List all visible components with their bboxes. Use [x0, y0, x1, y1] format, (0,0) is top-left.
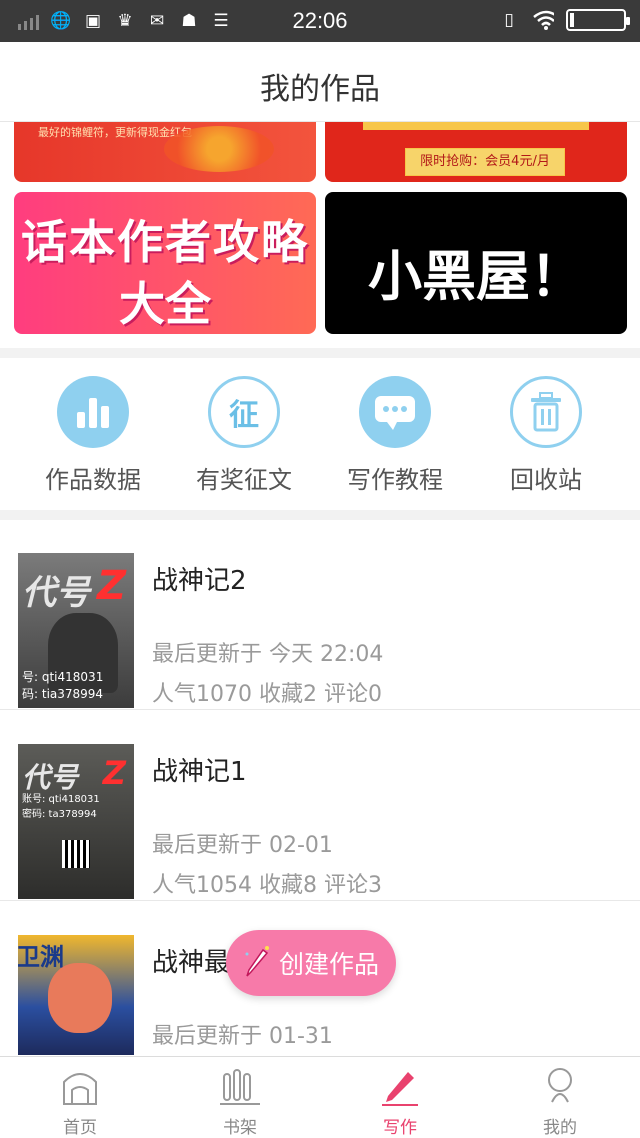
page-header: 我的作品 [0, 42, 640, 122]
banner-darkroom-text: 小黑屋！ [368, 245, 584, 308]
koi-fish-image [164, 126, 274, 172]
bookshelf-icon [180, 1063, 300, 1109]
cover-meta: 号: qti418031 码: tia378994 [22, 670, 104, 701]
banner-guide-line1: 话本作者攻略 [21, 215, 309, 269]
bar-chart-icon [57, 376, 129, 448]
quick-action-tutorial[interactable]: 写作教程 [330, 376, 460, 495]
work-stats: 人气1070 收藏2 评论0 [152, 682, 382, 707]
tab-write[interactable]: 写作 [340, 1063, 460, 1138]
work-cover: 代号 Z 号: qti418031 码: tia378994 [18, 553, 134, 708]
create-work-button[interactable]: 创建作品 [226, 930, 396, 996]
quick-action-label: 回收站 [510, 466, 582, 494]
cover-meta: 账号: qti418031 密码: ta378994 [22, 794, 100, 820]
chat-bubble-icon [359, 376, 431, 448]
quick-action-recycle-bin[interactable]: 回收站 [481, 376, 611, 495]
pencil-icon [340, 1063, 460, 1109]
banner-dark-room[interactable]: 小黑屋！ [325, 192, 627, 334]
tab-home[interactable]: 首页 [20, 1063, 140, 1138]
profile-icon [500, 1063, 620, 1109]
qr-code-image [62, 840, 90, 868]
quick-actions: 作品数据 征 有奖征文 写作教程 回收站 [0, 358, 640, 510]
contest-icon: 征 [208, 376, 280, 448]
tab-label: 书架 [223, 1118, 257, 1138]
banner-author-guide[interactable]: 话本作者攻略 大全 [14, 192, 316, 334]
work-updated: 最后更新于 02-01 [152, 833, 333, 858]
banner-lucky-text: 最好的锦鲤符，更新得现金红包 [38, 126, 192, 139]
work-item[interactable]: 代号 Z 号: qti418031 码: tia378994 战神记2 最后更新于… [0, 520, 640, 710]
work-title: 战神记1 [152, 757, 247, 787]
quick-action-label: 写作教程 [347, 466, 443, 494]
work-title: 战神最 [152, 948, 231, 978]
banner-guide-line2: 大全 [119, 277, 211, 331]
vibrate-icon: ▯ [504, 10, 514, 30]
tab-profile[interactable]: 我的 [500, 1063, 620, 1138]
tab-label: 首页 [63, 1118, 97, 1138]
cover-letter: Z [102, 754, 126, 792]
banner-grid: 最好的锦鲤符，更新得现金红包 限时抢购：会员4元/月 话本作者攻略 大全 小黑屋… [0, 122, 640, 348]
quick-action-work-data[interactable]: 作品数据 [28, 376, 158, 495]
work-updated: 最后更新于 01-31 [152, 1024, 333, 1049]
work-cover: 卫渊 [18, 935, 134, 1055]
banner-vip[interactable]: 限时抢购：会员4元/月 [325, 122, 627, 182]
tab-label: 我的 [543, 1118, 577, 1138]
create-work-label: 创建作品 [278, 950, 379, 979]
banner-decoration [363, 122, 589, 130]
cover-character [48, 963, 112, 1033]
cover-title: 卫渊 [18, 943, 64, 971]
work-item[interactable]: 代号 Z 账号: qti418031 密码: ta378994 战神记1 最后更新… [0, 711, 640, 901]
battery-icon [566, 9, 630, 31]
tab-label: 写作 [383, 1118, 417, 1138]
section-divider [0, 510, 640, 520]
bottom-tab-bar: 首页 书架 写作 我的 [0, 1056, 640, 1138]
trash-icon [510, 376, 582, 448]
banner-lucky[interactable]: 最好的锦鲤符，更新得现金红包 [14, 122, 316, 182]
home-icon [20, 1063, 140, 1109]
banner-vip-text: 限时抢购：会员4元/月 [405, 148, 565, 176]
cover-title: 代号 [22, 573, 90, 613]
quick-action-label: 有奖征文 [196, 466, 292, 494]
work-title: 战神记2 [152, 566, 247, 596]
quick-action-label: 作品数据 [45, 466, 141, 494]
work-stats: 人气1054 收藏8 评论3 [152, 873, 382, 898]
page-title: 我的作品 [260, 72, 380, 107]
quick-action-contest[interactable]: 征 有奖征文 [179, 376, 309, 495]
status-icons-right: ▯ [498, 9, 630, 31]
tab-bookshelf[interactable]: 书架 [180, 1063, 300, 1138]
work-updated: 最后更新于 今天 22:04 [152, 642, 384, 667]
wifi-icon [532, 9, 554, 31]
pencil-icon [243, 944, 273, 982]
section-divider [0, 348, 640, 358]
work-cover: 代号 Z 账号: qti418031 密码: ta378994 [18, 744, 134, 899]
cover-letter: Z [96, 563, 126, 609]
status-bar: 🌐 ▣ ♛ ✉ ☗ ☰ 22:06 ▯ [0, 0, 640, 42]
